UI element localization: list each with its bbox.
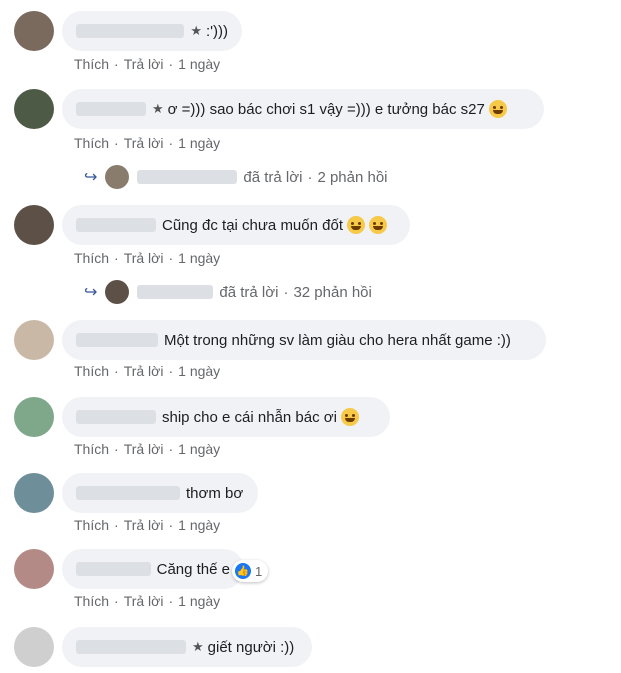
comment-bubble: ★ :'))) — [62, 11, 242, 51]
comment-bubble: ship cho e cái nhẫn bác ơi — [62, 397, 390, 437]
avatar[interactable] — [14, 473, 54, 513]
hidden-name — [137, 285, 214, 299]
comment-text: ship cho e cái nhẫn bác ơi — [162, 408, 337, 426]
comment-text: Cũng đc tại chưa muốn đốt — [162, 216, 343, 234]
hidden-name[interactable] — [76, 218, 156, 232]
like-link[interactable]: Thích — [74, 363, 109, 379]
like-link[interactable]: Thích — [74, 593, 109, 609]
comment-actions: Thích · Trả lời · 1 ngày — [74, 135, 221, 151]
comment-actions: Thích · Trả lời · 1 ngày — [74, 363, 221, 379]
star-icon: ★ — [152, 101, 164, 116]
reply-arrow-icon: ↪ — [84, 169, 98, 186]
hidden-name[interactable] — [76, 640, 186, 654]
comment-actions: Thích · Trả lời · 1 ngày — [74, 250, 221, 266]
replied-label: đã trả lời — [243, 168, 303, 186]
reply-link[interactable]: Trả lời — [124, 517, 164, 533]
reply-link[interactable]: Trả lời — [124, 593, 164, 609]
reply-count: 32 phản hồi — [293, 283, 372, 301]
avatar — [105, 280, 130, 304]
comment-text: ơ =))) sao bác chơi s1 vậy =))) e tưởng … — [167, 100, 485, 118]
comment-actions: Thích · Trả lời · 1 ngày — [74, 56, 221, 72]
avatar[interactable] — [14, 11, 54, 51]
reply-arrow-icon: ↪ — [84, 284, 98, 301]
avatar[interactable] — [14, 627, 54, 667]
timestamp[interactable]: 1 ngày — [178, 593, 220, 609]
comment-actions: Thích · Trả lời · 1 ngày — [74, 441, 221, 457]
laughing-emoji-icon — [346, 216, 365, 234]
like-link[interactable]: Thích — [74, 517, 109, 533]
comment-text: :'))) — [205, 22, 228, 40]
smile-emoji-icon — [340, 408, 359, 426]
reaction-number: 1 — [255, 563, 263, 579]
comment-bubble: Cũng đc tại chưa muốn đốt — [62, 205, 410, 245]
timestamp[interactable]: 1 ngày — [178, 135, 220, 151]
like-icon: 👍 — [235, 563, 251, 579]
like-link[interactable]: Thích — [74, 441, 109, 457]
laughing-emoji-icon — [368, 216, 387, 234]
reply-link[interactable]: Trả lời — [124, 363, 164, 379]
reply-link[interactable]: Trả lời — [124, 441, 164, 457]
timestamp[interactable]: 1 ngày — [178, 441, 220, 457]
replies-link[interactable]: ↪ đã trả lời · 32 phản hồi — [84, 280, 372, 304]
like-link[interactable]: Thích — [74, 250, 109, 266]
comment-bubble: thơm bơ — [62, 473, 258, 513]
avatar[interactable] — [14, 320, 54, 360]
avatar[interactable] — [14, 549, 54, 589]
star-icon: ★ — [192, 639, 204, 654]
emoji-icon — [488, 100, 507, 118]
reply-count: 2 phản hồi — [317, 168, 388, 186]
timestamp[interactable]: 1 ngày — [178, 250, 220, 266]
hidden-name[interactable] — [76, 562, 151, 576]
timestamp[interactable]: 1 ngày — [178, 363, 220, 379]
hidden-name[interactable] — [76, 102, 146, 116]
avatar — [105, 165, 130, 189]
hidden-name — [137, 170, 238, 184]
hidden-name[interactable] — [76, 410, 156, 424]
avatar[interactable] — [14, 397, 54, 437]
timestamp[interactable]: 1 ngày — [178, 56, 220, 72]
comment-text: Một trong những sv làm giàu cho hera nhấ… — [164, 331, 511, 349]
reply-link[interactable]: Trả lời — [124, 250, 164, 266]
comment-bubble: ★ giết người :)) — [62, 627, 312, 667]
avatar[interactable] — [14, 205, 54, 245]
hidden-name[interactable] — [76, 24, 185, 38]
like-link[interactable]: Thích — [74, 135, 109, 151]
like-link[interactable]: Thích — [74, 56, 109, 72]
reply-link[interactable]: Trả lời — [124, 135, 164, 151]
hidden-name[interactable] — [76, 486, 180, 500]
star-icon: ★ — [190, 23, 202, 38]
comment-bubble: Một trong những sv làm giàu cho hera nhấ… — [62, 320, 546, 360]
comment-bubble: Căng thế e — [62, 549, 244, 589]
comment-text: Căng thế e — [156, 560, 230, 578]
comment-actions: Thích · Trả lời · 1 ngày — [74, 593, 221, 609]
reply-link[interactable]: Trả lời — [124, 56, 164, 72]
comment-text: giết người :)) — [207, 638, 295, 656]
timestamp[interactable]: 1 ngày — [178, 517, 220, 533]
comment-bubble: ★ ơ =))) sao bác chơi s1 vậy =))) e tưởn… — [62, 89, 544, 129]
reaction-count[interactable]: 👍 1 — [232, 560, 269, 582]
replies-link[interactable]: ↪ đã trả lời · 2 phản hồi — [84, 165, 388, 189]
avatar[interactable] — [14, 89, 54, 129]
comment-text: thơm bơ — [186, 484, 244, 502]
hidden-name[interactable] — [76, 333, 158, 347]
replied-label: đã trả lời — [219, 283, 279, 301]
comment-actions: Thích · Trả lời · 1 ngày — [74, 517, 221, 533]
